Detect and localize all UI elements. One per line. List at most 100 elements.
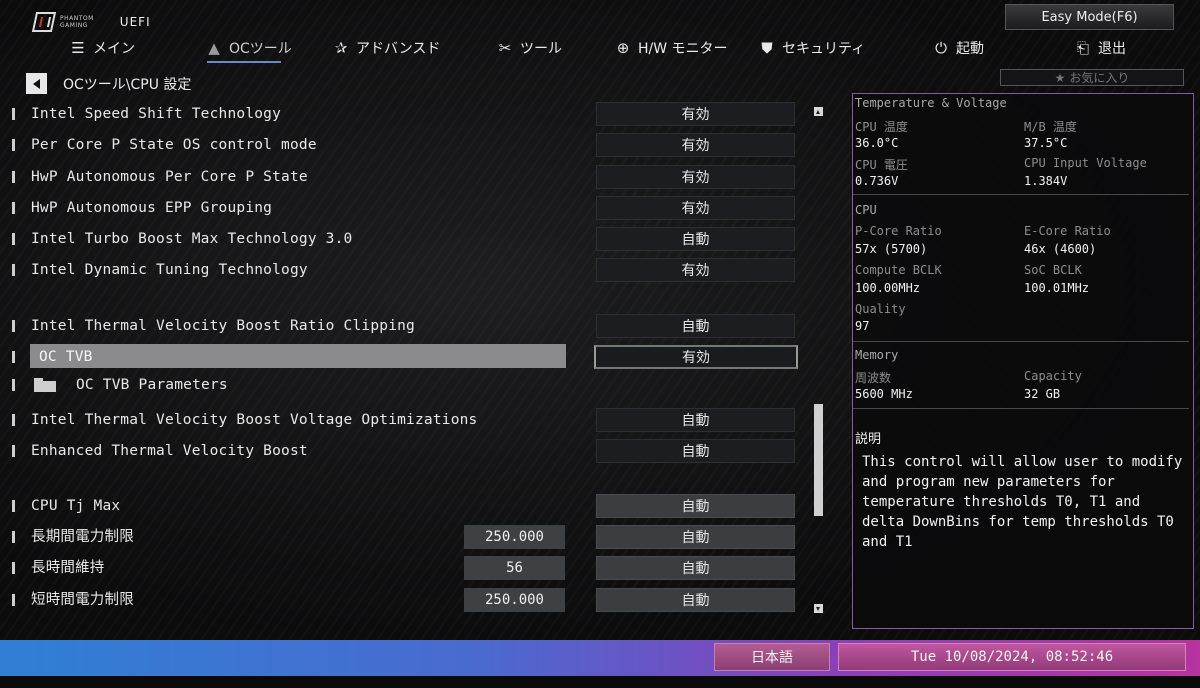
setting-row-selected[interactable]: OC TVB 有効 [12,344,812,369]
setting-row[interactable]: 長期間電力制限 250.000 自動 [12,525,812,549]
setting-row[interactable]: 短時間電力制限 250.000 自動 [12,588,812,612]
tab-security[interactable]: ⛊ セキュリティ [758,36,865,60]
setting-label: HwP Autonomous Per Core P State [31,169,308,185]
tools-icon: ✂ [498,39,512,57]
setting-label: Enhanced Thermal Velocity Boost [31,443,308,459]
setting-value-button[interactable]: 自動 [596,588,795,612]
submenu-label: OC TVB Parameters [76,377,228,393]
frequency-label: 周波数 [855,371,892,385]
setting-row[interactable]: Intel Dynamic Tuning Technology 有効 [12,258,812,282]
row-marker [12,414,15,426]
setting-label: Intel Turbo Boost Max Technology 3.0 [31,231,353,247]
setting-value-button[interactable]: 自動 [596,439,795,463]
tab-main-label: メイン [93,41,135,57]
language-button[interactable]: 日本語 [714,643,830,671]
row-marker [12,233,15,245]
setting-value-button[interactable]: 有効 [596,133,795,157]
tab-security-label: セキュリティ [782,41,866,57]
setting-label: CPU Tj Max [31,498,121,514]
description-title: 説明 [855,432,882,447]
row-marker [12,594,15,606]
capacity-value: 32 GB [1024,387,1061,401]
divider [853,194,1189,195]
setting-label: 長期間電力制限 [31,529,134,545]
temp-voltage-title: Temperature & Voltage [855,96,1007,110]
capacity-label: Capacity [1024,369,1082,383]
back-arrow-icon[interactable] [26,73,47,94]
tab-oc-tools-label: OCツール [229,41,292,57]
scrollbar-thumb[interactable] [814,404,823,516]
star-icon: ★ [1054,70,1066,85]
info-panel: Temperature & Voltage CPU 温度 36.0°C M/B … [852,93,1194,629]
tab-tools[interactable]: ✂ ツール [496,36,562,60]
uefi-label: UEFI [119,15,151,29]
scroll-up-arrow-icon[interactable] [814,107,823,116]
setting-value-button[interactable]: 有効 [596,165,795,189]
setting-value-button[interactable]: 自動 [596,556,795,580]
shield-icon: ⛊ [761,39,773,57]
setting-value-button[interactable]: 有効 [596,258,795,282]
active-tab-indicator [207,61,281,63]
setting-label: 短時間電力制限 [31,592,134,608]
setting-value-button[interactable]: 自動 [596,494,795,518]
scroll-down-arrow-icon[interactable] [814,604,823,613]
setting-row[interactable]: 長時間維持 56 自動 [12,556,812,580]
setting-value-button[interactable]: 自動 [596,408,795,432]
cpu-voltage-value: 0.736V [855,174,899,188]
setting-label: Intel Thermal Velocity Boost Voltage Opt… [31,412,478,428]
mb-temp-value: 37.5°C [1024,136,1068,150]
setting-label: Intel Dynamic Tuning Technology [31,262,308,278]
divider [853,341,1189,342]
soc-bclk-label: SoC BCLK [1024,263,1082,277]
tab-oc-tools[interactable]: ▲ OCツール [205,36,292,60]
setting-value-button[interactable]: 有効 [594,345,798,369]
tab-boot[interactable]: ⏻ 起動 [932,36,984,60]
soc-bclk-value: 100.01MHz [1024,281,1090,295]
mb-temp-label: M/B 温度 [1024,120,1077,134]
setting-row[interactable]: Intel Speed Shift Technology 有効 [12,102,812,126]
selection-highlight [30,344,566,368]
setting-row[interactable]: HwP Autonomous Per Core P State 有効 [12,165,812,189]
tab-advanced[interactable]: ✰ アドバンスド [332,36,441,60]
row-marker [12,108,15,120]
ecore-ratio-label: E-Core Ratio [1024,224,1111,238]
setting-row[interactable]: HwP Autonomous EPP Grouping 有効 [12,196,812,220]
divider [853,408,1189,409]
favorites-button[interactable]: ★ お気に入り [1000,69,1184,86]
tab-tools-label: ツール [520,41,562,57]
cpu-temp-value: 36.0°C [855,136,899,150]
setting-row[interactable]: Intel Thermal Velocity Boost Ratio Clipp… [12,314,812,338]
setting-number-field[interactable]: 56 [464,556,565,580]
setting-row[interactable]: Enhanced Thermal Velocity Boost 自動 [12,439,812,463]
setting-value-button[interactable]: 有効 [596,196,795,220]
setting-row[interactable]: Intel Turbo Boost Max Technology 3.0 自動 [12,227,812,251]
setting-row[interactable]: CPU Tj Max 自動 [12,494,812,518]
quality-value: 97 [855,319,870,333]
memory-section-title: Memory [855,348,899,362]
setting-number-field[interactable]: 250.000 [464,588,565,612]
setting-row[interactable]: Intel Thermal Velocity Boost Voltage Opt… [12,408,812,432]
tab-hw-monitor[interactable]: ⊕ H/W モニター [614,36,728,60]
setting-row[interactable]: Per Core P State OS control mode 有効 [12,133,812,157]
row-marker [12,202,15,214]
logo-line2: GAMING [60,22,88,29]
setting-value-button[interactable]: 自動 [596,314,795,338]
cpu-voltage-label: CPU 電圧 [855,158,908,172]
list-icon: ☰ [71,39,85,57]
tab-exit-label: 退出 [1098,41,1126,57]
footer-bottom-strip [0,676,1200,688]
row-marker [12,320,15,332]
submenu-row[interactable]: OC TVB Parameters [12,373,812,397]
setting-value-button[interactable]: 自動 [596,227,795,251]
setting-label: Intel Speed Shift Technology [31,106,282,122]
easy-mode-button[interactable]: Easy Mode(F6) [1005,4,1174,30]
tab-main[interactable]: ☰ メイン [69,36,135,60]
cpu-section-title: CPU [855,203,877,217]
logo-line1: PHANTOM [60,15,94,22]
tab-exit[interactable]: ⎗ 退出 [1074,36,1126,60]
setting-number-field[interactable]: 250.000 [464,525,565,549]
row-marker [12,171,15,183]
ecore-ratio-value: 46x (4600) [1024,242,1097,256]
setting-value-button[interactable]: 自動 [596,525,795,549]
setting-value-button[interactable]: 有効 [596,102,795,126]
